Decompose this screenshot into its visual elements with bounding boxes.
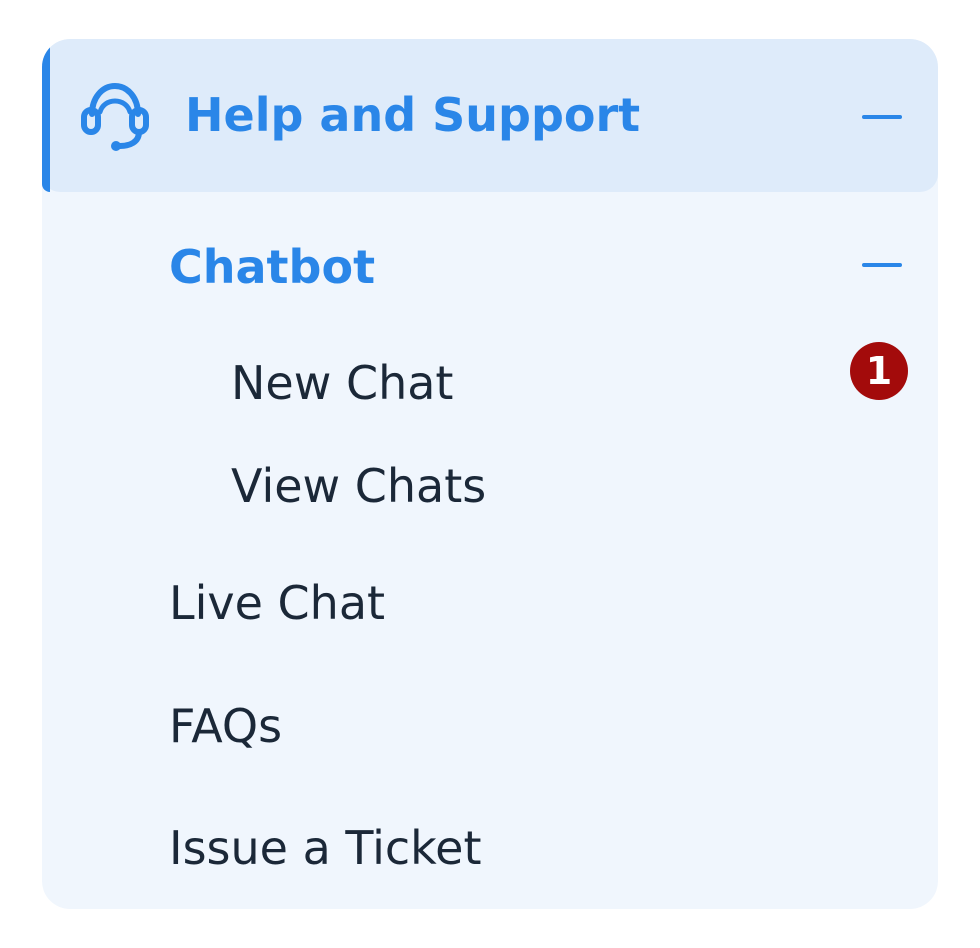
menu-item-issue-ticket[interactable]: Issue a Ticket [169,820,481,876]
menu-item-faqs[interactable]: FAQs [169,698,282,754]
menu-item-new-chat[interactable]: New Chat [231,355,453,411]
menu-item-live-chat[interactable]: Live Chat [169,575,385,631]
headset-icon [81,82,149,151]
chatbot-collapse-minus-icon[interactable] [862,263,902,267]
help-support-menu: Help and Support Chatbot New Chat 1 View… [42,39,938,909]
menu-item-view-chats[interactable]: View Chats [231,458,486,514]
submenu-chatbot[interactable]: Chatbot [169,239,375,295]
notification-badge: 1 [850,342,908,400]
help-support-title: Help and Support [185,88,641,142]
collapse-minus-icon[interactable] [862,115,902,119]
active-indicator [42,39,50,192]
help-support-header[interactable]: Help and Support [42,39,938,192]
